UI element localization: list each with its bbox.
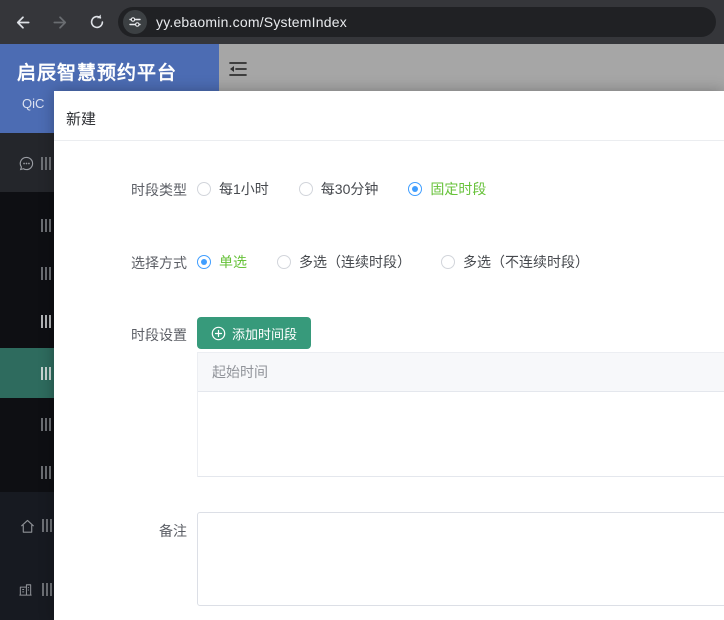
radio-circle-icon bbox=[277, 255, 291, 269]
fold-menu-icon[interactable] bbox=[227, 60, 249, 78]
form-row-slot-type: 时段类型 每1小时 每30分钟 固定时段 bbox=[54, 179, 724, 200]
sidebar-item-home[interactable] bbox=[0, 492, 54, 560]
table-header-row: 起始时间 bbox=[198, 352, 724, 392]
form-label: 时段类型 bbox=[131, 182, 187, 198]
sidebar bbox=[0, 133, 54, 620]
forward-arrow-icon[interactable] bbox=[48, 10, 72, 34]
sidebar-subitem[interactable] bbox=[0, 205, 54, 245]
new-dialog: 新建 时段类型 每1小时 每30分钟 固定时段 选择方式 单选 多选（连续时段）… bbox=[54, 91, 724, 620]
site-settings-icon[interactable] bbox=[123, 10, 147, 34]
radio-multi-continuous[interactable]: 多选（连续时段） bbox=[277, 252, 411, 272]
radio-every-1-hour[interactable]: 每1小时 bbox=[197, 179, 269, 199]
refresh-icon[interactable] bbox=[85, 10, 109, 34]
back-arrow-icon[interactable] bbox=[10, 10, 34, 34]
table-body-empty bbox=[198, 392, 724, 477]
form-label: 备注 bbox=[159, 523, 187, 539]
remark-textarea[interactable] bbox=[197, 512, 724, 606]
add-time-slot-button[interactable]: 添加时间段 bbox=[197, 317, 312, 349]
clipped-menu-label bbox=[42, 583, 52, 596]
office-building-icon bbox=[18, 582, 33, 602]
form-label: 选择方式 bbox=[131, 255, 187, 271]
time-slot-table: 起始时间 bbox=[197, 352, 724, 477]
radio-multi-noncontinuous[interactable]: 多选（不连续时段） bbox=[441, 252, 589, 272]
radio-circle-icon bbox=[408, 182, 423, 196]
sidebar-subitem[interactable] bbox=[0, 404, 54, 444]
chat-dots-icon bbox=[19, 156, 34, 176]
radio-single-select[interactable]: 单选 bbox=[197, 252, 247, 272]
sidebar-item-appointments[interactable] bbox=[0, 133, 54, 192]
radio-circle-icon bbox=[197, 182, 211, 196]
plus-circle-icon bbox=[211, 326, 226, 340]
screen: yy.ebaomin.com/SystemIndex 启辰智慧预约平台 QiC bbox=[0, 0, 724, 620]
sidebar-subitem[interactable] bbox=[0, 253, 54, 293]
radio-circle-icon bbox=[197, 255, 211, 269]
table-header-start-time: 起始时间 bbox=[212, 364, 268, 380]
clipped-menu-label bbox=[41, 157, 51, 170]
app-subtitle: QiC bbox=[22, 96, 45, 111]
sidebar-submenu bbox=[0, 192, 54, 348]
address-bar[interactable]: yy.ebaomin.com/SystemIndex bbox=[118, 7, 716, 37]
form-row-slot-settings: 时段设置 添加时间段 bbox=[54, 317, 724, 349]
sidebar-item-organization[interactable] bbox=[0, 560, 54, 620]
radio-circle-icon bbox=[298, 182, 313, 196]
sidebar-subitem-active[interactable] bbox=[0, 348, 54, 398]
form-row-select-mode: 选择方式 单选 多选（连续时段） 多选（不连续时段） bbox=[54, 252, 724, 273]
form-label: 时段设置 bbox=[131, 327, 187, 343]
radio-circle-icon bbox=[441, 255, 455, 269]
radio-every-30-min[interactable]: 每30分钟 bbox=[298, 179, 378, 199]
dialog-header: 新建 bbox=[54, 91, 724, 141]
radio-fixed-slot[interactable]: 固定时段 bbox=[408, 179, 486, 199]
home-icon bbox=[20, 519, 35, 539]
browser-toolbar: yy.ebaomin.com/SystemIndex bbox=[0, 0, 724, 44]
sidebar-subitem[interactable] bbox=[0, 301, 54, 341]
dialog-title: 新建 bbox=[66, 111, 97, 128]
sidebar-subitem[interactable] bbox=[0, 452, 54, 492]
sidebar-submenu bbox=[0, 398, 54, 492]
app-title: 启辰智慧预约平台 bbox=[17, 63, 178, 84]
page-topbar bbox=[219, 44, 724, 91]
url-text: yy.ebaomin.com/SystemIndex bbox=[156, 14, 347, 30]
clipped-menu-label bbox=[42, 519, 52, 532]
